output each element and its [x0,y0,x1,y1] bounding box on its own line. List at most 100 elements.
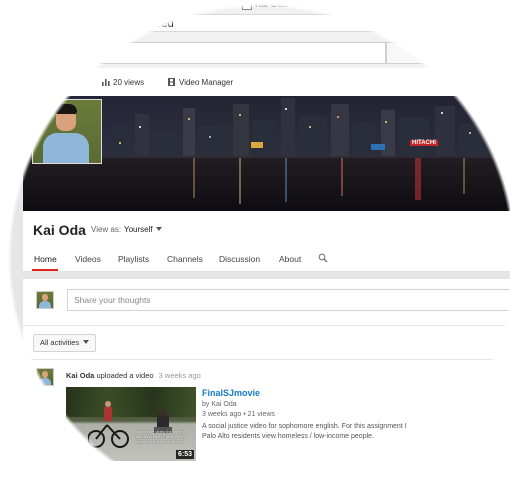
channel-avatar[interactable] [32,99,102,164]
film-icon [168,78,175,86]
avatar[interactable] [36,368,54,386]
video-title-link[interactable]: FinalSJmovie [202,388,260,398]
banner-reflection [463,158,465,194]
screenshot-frame: ... × Kai Oda ...1/feed ...ers 20 views [0,0,510,501]
browser-tab-1-title[interactable]: ... [195,0,203,9]
search-button[interactable] [386,42,456,64]
tab-strip: ... × Kai Oda [120,0,400,12]
video-description-line: A social justice video for sophomore eng… [202,423,407,430]
banner-harbor-water [23,158,510,211]
avatar[interactable] [36,291,54,309]
video-manager-link[interactable]: Video Manager [168,78,233,87]
tab-close-icon[interactable]: × [227,0,233,10]
video-description-line: Palo Alto residents view homeless / low-… [202,432,374,440]
banner-light [119,142,121,144]
cyclist-figure [88,401,129,448]
video-byline: by Kai Oda [202,401,237,408]
magnifier-icon [416,48,427,59]
channel-header: Kai Oda View as: Yourself Home Videos Pl… [23,211,510,272]
banner-building [199,126,229,156]
browser-tab-2-title[interactable]: Kai Oda [255,0,288,9]
banner-building [183,108,195,156]
thumb-trees [66,387,196,417]
banner-building [459,124,489,156]
address-bar[interactable]: ...1/feed [128,14,510,32]
subscribers-count[interactable]: ...ers [60,78,78,87]
avatar-face [42,371,48,378]
banner-building [331,104,349,156]
activity-filter-dropdown[interactable]: All activities [33,334,97,352]
video-duration: 6:53 [175,450,194,459]
views-count[interactable]: 20 views [102,78,144,87]
banner-neon-sign: HITACHI [410,140,438,146]
tab-home[interactable]: Home [34,254,57,264]
chevron-down-icon [155,227,162,231]
banner-light [209,136,211,138]
divider [23,359,510,360]
activity-filter-label: All activities [40,338,80,347]
channel-tabs: Home Videos Playlists Channels Discussio… [23,249,510,272]
banner-building [113,126,131,156]
channel-banner: HITACHI [23,96,510,211]
view-as-label: View as: [91,225,122,234]
tab-discussion[interactable]: Discussion [219,254,260,264]
active-tab-indicator [32,269,58,271]
video-thumbnail[interactable]: shot in the video the shelf's reporters … [66,387,196,461]
banner-light [139,126,141,128]
banner-building [299,116,327,156]
banner-light [188,118,190,120]
avatar-shirt [43,133,89,163]
avatar-hair [55,104,77,114]
avatar-shirt [39,378,51,385]
activity-entry-header: Kai Oda uploaded a video 3 weeks ago [66,371,201,380]
activity-action: uploaded a video [96,371,154,380]
banner-building [153,132,179,156]
banner-light [239,114,241,116]
activity-user-link[interactable]: Kai Oda [66,371,94,380]
share-box: Share your thoughts [23,278,510,326]
avatar-shirt [39,301,51,308]
page-icon [242,0,252,10]
banner-light [285,108,287,110]
banner-light [385,121,387,123]
share-thoughts-input[interactable]: Share your thoughts [67,289,510,311]
banner-reflection [285,158,287,202]
banner-reflection [341,158,343,196]
banner-reflection [239,158,241,204]
banner-building [135,114,149,156]
views-label: 20 views [113,78,145,87]
banner-reflection [193,158,195,198]
banner-light [309,126,311,128]
video-description: A social justice video for sophomore eng… [202,422,462,441]
channel-title[interactable]: Kai Oda [33,222,86,238]
banner-building [281,98,295,156]
activity-feed: All activities Kai Oda uploaded a video … [23,326,510,501]
search-input[interactable] [36,42,386,64]
channel-stats-bar: ...ers 20 views Video Manager [0,68,510,96]
avatar-face [42,294,48,301]
chevron-down-icon [83,340,90,344]
tab-playlists[interactable]: Playlists [118,254,149,264]
banner-building [353,122,375,156]
view-as-dropdown[interactable]: Yourself [124,225,162,234]
thumbnail-caption: shot in the video the shelf's reporters … [134,429,186,444]
video-meta: 3 weeks ago • 21 views [202,411,275,418]
banner-neon-sign [251,142,263,148]
youtube-search-row [36,42,510,64]
bar-chart-icon [102,79,110,86]
search-icon[interactable] [318,253,328,263]
banner-reflection [415,158,421,200]
banner-building [399,118,429,156]
tab-channels[interactable]: Channels [167,254,203,264]
tab-about[interactable]: About [279,254,301,264]
banner-building [233,104,249,156]
activity-time: 3 weeks ago [158,371,201,380]
banner-light [337,116,339,118]
video-manager-label: Video Manager [179,78,234,87]
banner-neon-sign [371,144,385,150]
tab-videos[interactable]: Videos [75,254,101,264]
banner-light [441,112,443,114]
browser-chrome: ... × Kai Oda ...1/feed [0,0,510,69]
view-as-value: Yourself [124,225,153,234]
banner-building [435,106,455,156]
